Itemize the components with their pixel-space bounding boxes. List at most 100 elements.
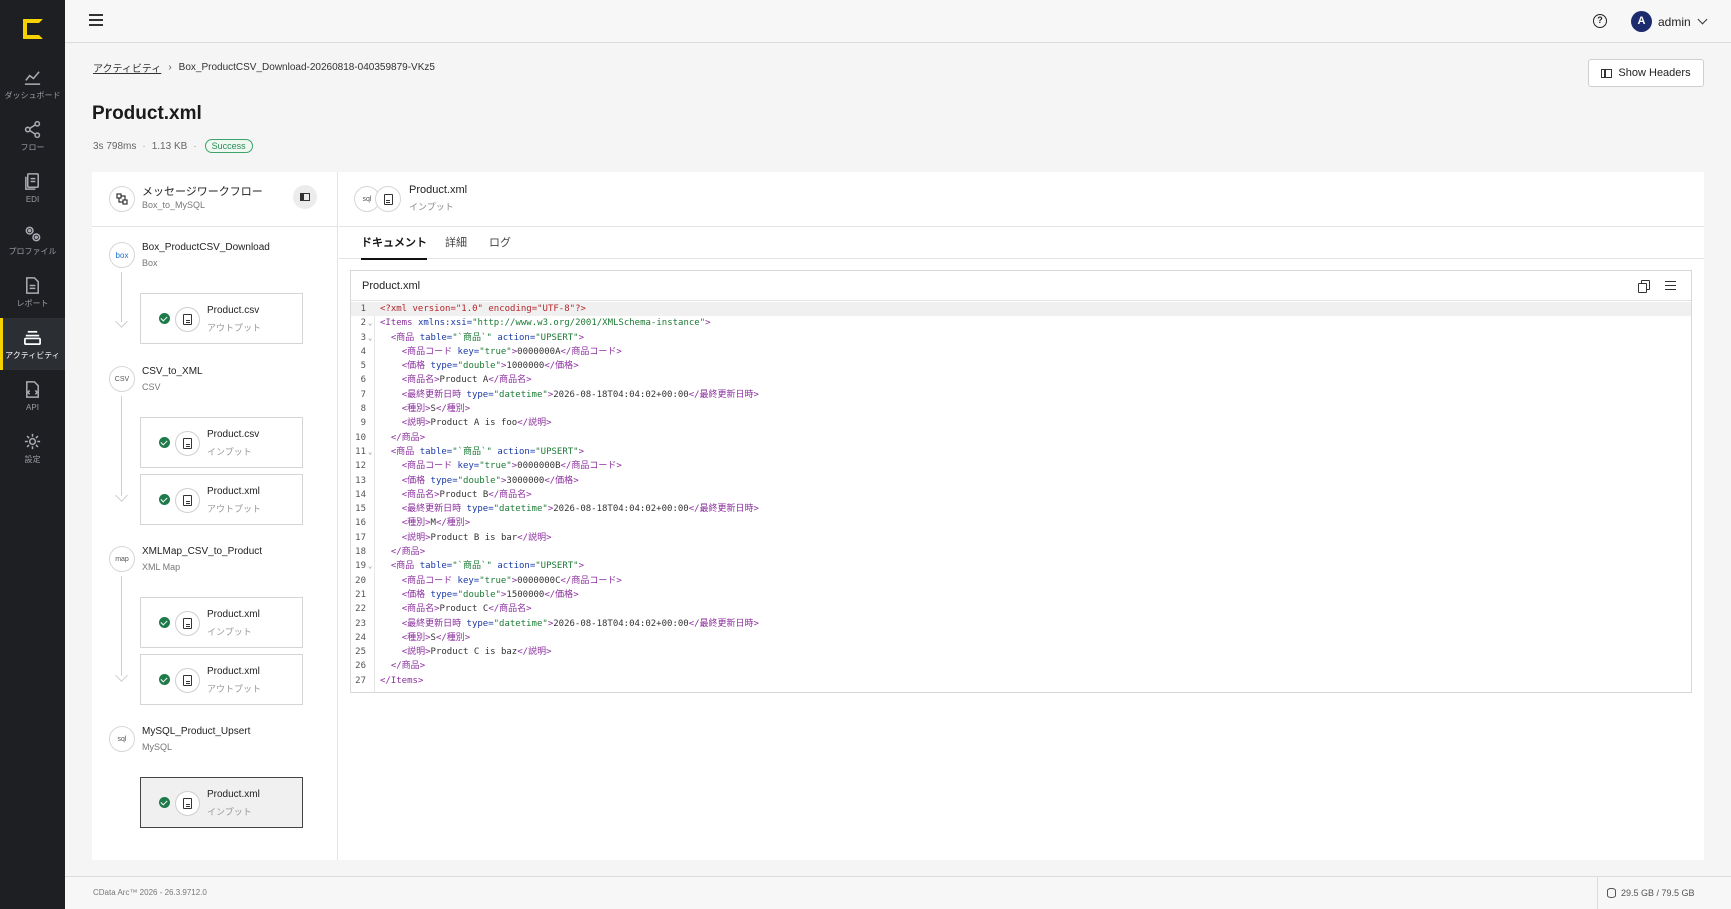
file-name: Product.csv — [207, 429, 260, 440]
api-icon — [26, 381, 39, 398]
file-direction: アウトプット — [207, 323, 262, 333]
line-number: 5 — [360, 361, 366, 372]
duration: 3s 798ms — [93, 140, 137, 152]
sidebar-item-label: EDI — [25, 195, 40, 204]
fold-chevron-icon[interactable]: ⌄ — [368, 559, 372, 573]
fold-chevron-icon[interactable]: ⌄ — [368, 316, 372, 330]
check-icon — [159, 797, 170, 808]
collapse-panel-button[interactable] — [293, 185, 317, 209]
step-type: MySQL — [142, 742, 173, 752]
code-line: 15 <最終更新日時 type="datetime">2026-08-18T04… — [351, 502, 1691, 516]
disk-usage-text: 29.5 GB / 79.5 GB — [1621, 888, 1695, 898]
file-direction: アウトプット — [207, 504, 262, 514]
file-item[interactable]: Product.csv アウトプット — [140, 293, 303, 344]
cdata-logo[interactable] — [0, 0, 65, 58]
step-type: Box — [142, 258, 158, 268]
sidebar-item-edi[interactable]: EDI — [0, 162, 65, 214]
step-name: MySQL_Product_Upsert — [142, 726, 251, 737]
file-size: 1.13 KB — [151, 140, 188, 152]
disk-usage: 29.5 GB / 79.5 GB — [1607, 888, 1695, 898]
check-icon — [159, 494, 170, 505]
code-text: <商品コード key="true">0000000C</商品コード> — [401, 575, 622, 586]
sidebar-item-reports[interactable]: レポート — [0, 266, 65, 318]
tab-log[interactable]: ログ — [489, 234, 511, 258]
line-number: 19 — [355, 561, 366, 572]
code-text: <商品 table="`商品`" action="UPSERT"> — [390, 332, 585, 343]
user-menu[interactable]: A admin — [1631, 11, 1708, 32]
message-card: メッセージワークフロー Box_to_MySQL box Box_Product… — [92, 172, 1704, 860]
code-line: 18 </商品> — [351, 545, 1691, 559]
line-number: 3 — [360, 332, 366, 343]
sidebar-item-dashboard[interactable]: ダッシュボード — [0, 58, 65, 110]
code-text: <種別>S</種別> — [401, 632, 471, 643]
line-number: 14 — [355, 489, 366, 500]
breadcrumb: アクティビティ › Box_ProductCSV_Download-202608… — [93, 60, 435, 75]
code-editor: Product.xml 1 <?xml version="1.0" encodin… — [350, 270, 1692, 693]
code-view[interactable]: 1 <?xml version="1.0" encoding="UTF-8"?> 2… — [351, 302, 1691, 692]
chart-icon — [24, 71, 41, 85]
code-line: 2 ⌄ <Items xmlns:xsi="http://www.w3.org/20… — [351, 316, 1691, 330]
line-number: 25 — [355, 647, 366, 658]
step-name: XMLMap_CSV_to_Product — [142, 546, 263, 557]
page-title: Product.xml — [92, 103, 202, 124]
code-text: <最終更新日時 type="datetime">2026-08-18T04:04… — [401, 389, 759, 400]
code-text: <説明>Product C is baz</説明> — [401, 647, 552, 658]
file-item[interactable]: Product.xml アウトプット — [140, 654, 303, 705]
copy-icon[interactable] — [1638, 280, 1650, 293]
check-icon — [159, 674, 170, 685]
file-item[interactable]: Product.csv インプット — [140, 417, 303, 468]
show-headers-button[interactable]: Show Headers — [1588, 59, 1704, 87]
sidebar: ダッシュボード フロー EDI プロファイル レポート アクティビティ API … — [0, 0, 65, 909]
sidebar-item-settings[interactable]: 設定 — [0, 422, 65, 474]
line-number: 4 — [360, 346, 366, 357]
document-title: Product.xml — [409, 184, 468, 196]
check-icon — [159, 437, 170, 448]
code-line: 25 <説明>Product C is baz</説明> — [351, 645, 1691, 659]
breadcrumb-activity-link[interactable]: アクティビティ — [93, 60, 161, 75]
fold-chevron-icon[interactable]: ⌄ — [368, 331, 372, 345]
code-line: 1 <?xml version="1.0" encoding="UTF-8"?> — [351, 302, 1691, 317]
document-icon — [175, 668, 200, 693]
file-item-selected[interactable]: Product.xml インプット — [140, 777, 303, 828]
chevron-right-icon: › — [168, 62, 172, 73]
document-icon — [375, 186, 401, 212]
tab-document[interactable]: ドキュメント — [361, 234, 427, 260]
sidebar-item-api[interactable]: API — [0, 370, 65, 422]
fold-chevron-icon[interactable]: ⌄ — [368, 445, 372, 459]
tab-details[interactable]: 詳細 — [445, 234, 467, 258]
file-item[interactable]: Product.xml インプット — [140, 597, 303, 648]
menu-icon[interactable] — [1665, 281, 1676, 293]
activity-icon — [24, 330, 41, 346]
document-icon — [175, 611, 200, 636]
sidebar-item-flows[interactable]: フロー — [0, 110, 65, 162]
settings-icon — [24, 433, 41, 450]
sidebar-item-label: レポート — [16, 299, 49, 308]
step-type: XML Map — [142, 562, 181, 572]
sidebar-item-activity[interactable]: アクティビティ — [0, 318, 65, 370]
line-number: 13 — [355, 475, 366, 486]
editor-title: Product.xml — [362, 280, 421, 292]
hamburger-menu-icon[interactable] — [89, 14, 103, 26]
sidebar-item-profile[interactable]: プロファイル — [0, 214, 65, 266]
file-item[interactable]: Product.xml アウトプット — [140, 474, 303, 525]
code-text: <種別>S</種別> — [401, 404, 471, 415]
code-line: 4 <商品コード key="true">0000000A</商品コード> — [351, 345, 1691, 359]
document-tabs: ドキュメント 詳細 ログ — [339, 228, 1704, 260]
line-number: 10 — [355, 432, 366, 443]
code-line: 5 <価格 type="double">1000000</価格> — [351, 359, 1691, 373]
code-line: 23 <最終更新日時 type="datetime">2026-08-18T04… — [351, 617, 1691, 631]
code-text: <商品コード key="true">0000000A</商品コード> — [401, 346, 622, 357]
code-line: 26 </商品> — [351, 659, 1691, 673]
code-line: 7 <最終更新日時 type="datetime">2026-08-18T04:… — [351, 388, 1691, 402]
top-bar: ? A admin — [65, 0, 1731, 43]
sidebar-item-label: プロファイル — [8, 247, 57, 256]
code-line: 6 <商品名>Product A</商品名> — [351, 373, 1691, 387]
code-text: </商品> — [390, 432, 426, 443]
document-header: sql Product.xml インプット — [339, 172, 1704, 227]
xml-map-connector-icon: map — [109, 546, 135, 572]
help-icon[interactable]: ? — [1593, 14, 1607, 28]
editor-header: Product.xml — [351, 271, 1691, 301]
code-line: 24 <種別>S</種別> — [351, 631, 1691, 645]
code-line: 27 </Items> — [351, 674, 1691, 688]
code-line: 14 <商品名>Product B</商品名> — [351, 488, 1691, 502]
